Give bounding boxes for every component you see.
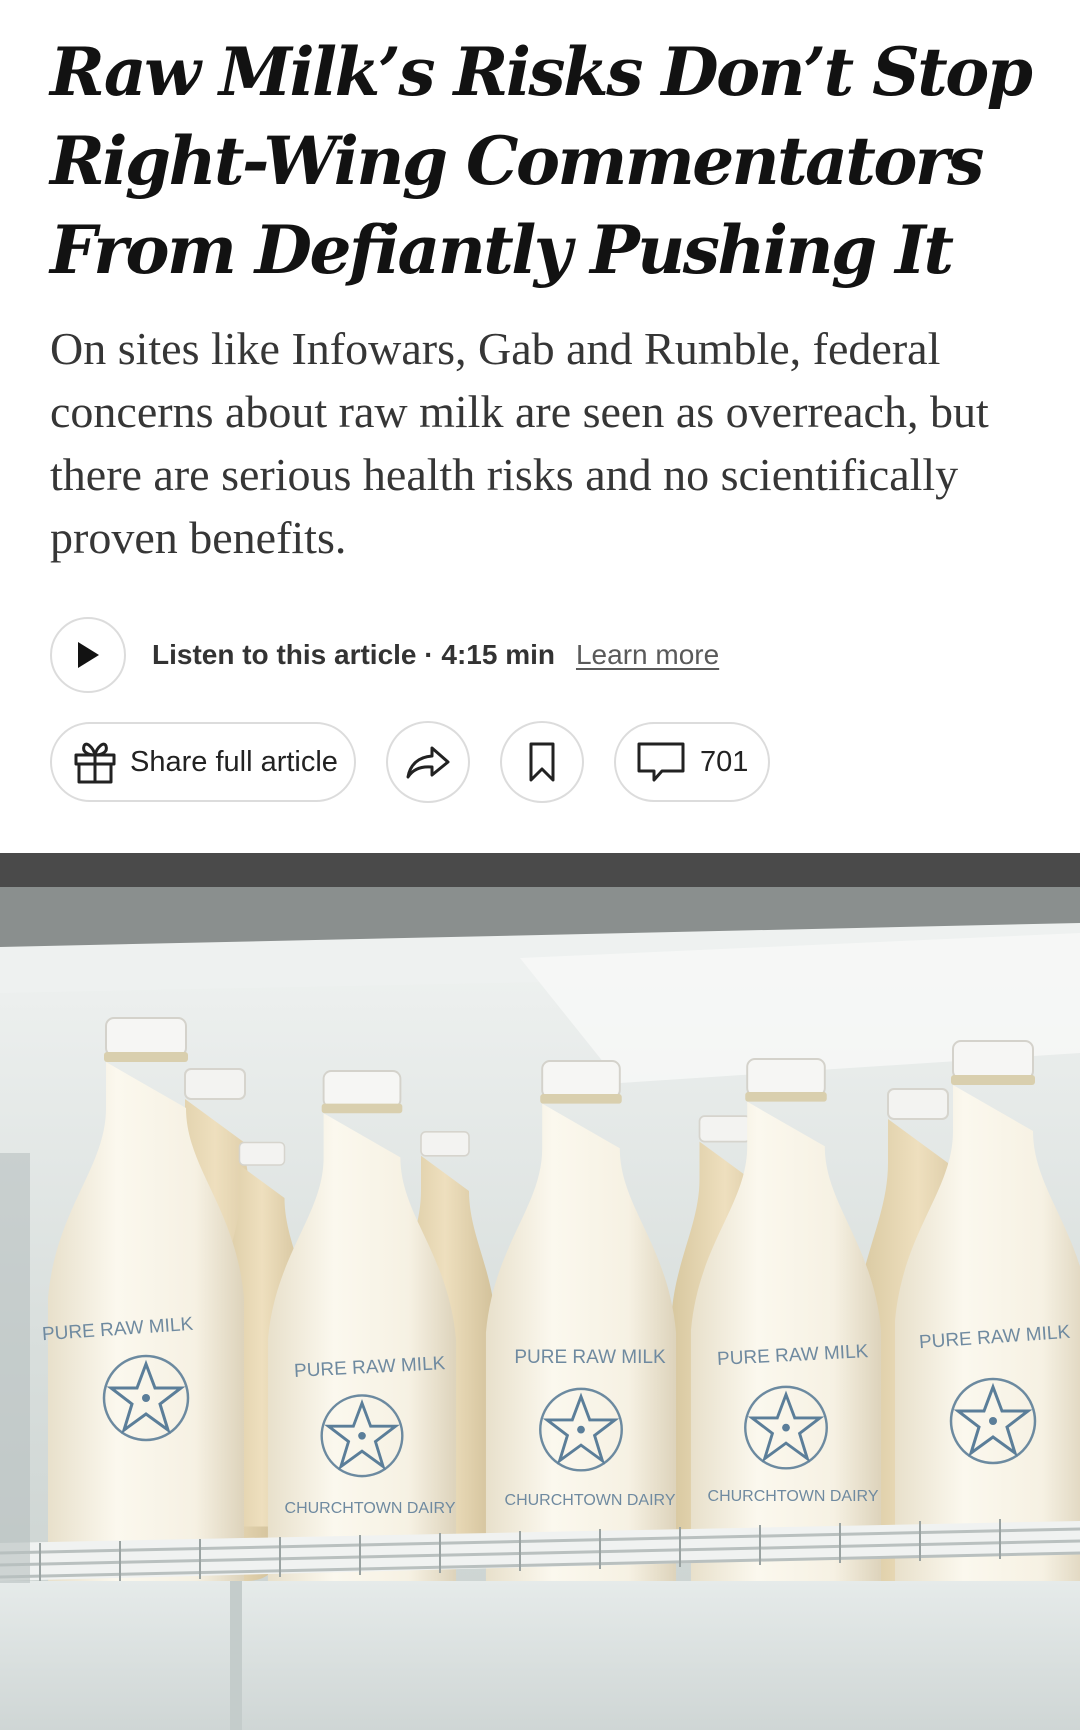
- article-photo: PURE RAW MILK PURE RAW MILK PURE RAW MIL…: [0, 853, 1080, 1730]
- bottle-sublabel-3: CHURCHTOWN DAIRY: [505, 1492, 676, 1509]
- share-full-article-button[interactable]: Share full article: [50, 722, 356, 802]
- bookmark-button[interactable]: [500, 721, 584, 803]
- bottle-sublabel-4: CHURCHTOWN DAIRY: [708, 1488, 879, 1505]
- gift-icon: [72, 739, 118, 785]
- listen-label[interactable]: Listen to this article · 4:15 min: [152, 639, 555, 671]
- bottle-label-3: PURE RAW MILK: [514, 1347, 666, 1368]
- comment-count: 701: [700, 745, 749, 778]
- share-forward-button[interactable]: [386, 721, 470, 803]
- play-icon: [75, 640, 101, 670]
- forward-arrow-icon: [404, 742, 452, 782]
- comments-button[interactable]: 701: [614, 722, 770, 802]
- learn-more-link[interactable]: Learn more: [576, 639, 719, 671]
- article-actions: Share full article 701: [50, 721, 770, 803]
- comment-icon: [636, 740, 686, 784]
- article-headline: Raw Milk’s Risks Don’t Stop Right-Wing C…: [50, 33, 1033, 289]
- bottle-sublabel-2: CHURCHTOWN DAIRY: [285, 1500, 456, 1517]
- article-summary: On sites like Infowars, Gab and Rumble, …: [50, 323, 989, 563]
- audio-player: Listen to this article · 4:15 min Learn …: [50, 615, 719, 695]
- bookmark-icon: [527, 741, 557, 783]
- play-button[interactable]: [50, 617, 126, 693]
- share-label: Share full article: [130, 745, 338, 778]
